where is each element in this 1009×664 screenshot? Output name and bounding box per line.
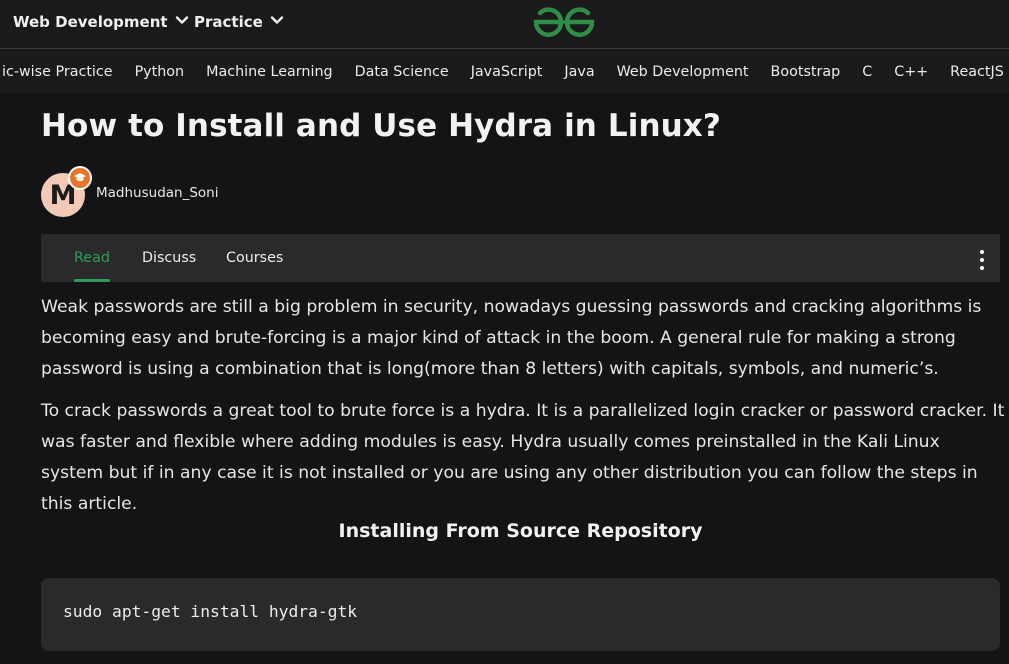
tab-courses[interactable]: Courses: [226, 234, 283, 282]
category-nav-item[interactable]: ic-wise Practice: [0, 64, 124, 80]
geeksforgeeks-logo[interactable]: [532, 5, 596, 39]
category-nav-item[interactable]: Data Science: [344, 64, 460, 80]
chevron-down-icon: [269, 12, 285, 32]
category-nav-item[interactable]: C: [851, 64, 883, 80]
code-block[interactable]: sudo apt-get install hydra-gtk: [41, 578, 1000, 651]
nav-web-development-label: Web Development: [13, 13, 168, 31]
category-nav-item[interactable]: JavaScript: [460, 64, 554, 80]
article-paragraph: Weak passwords are still a big problem i…: [41, 297, 982, 379]
author-name[interactable]: Madhusudan_Soni: [96, 185, 218, 201]
article-tabs: Read Discuss Courses: [41, 234, 1000, 282]
category-nav-item[interactable]: C++: [883, 64, 939, 80]
article-title: How to Install and Use Hydra in Linux?: [41, 108, 721, 144]
code-text: sudo apt-get install hydra-gtk: [63, 602, 358, 621]
category-nav-item[interactable]: Python: [124, 64, 196, 80]
tab-discuss[interactable]: Discuss: [142, 234, 196, 282]
tab-read[interactable]: Read: [74, 234, 110, 282]
category-nav-item[interactable]: Web Development: [606, 64, 760, 80]
category-nav-item[interactable]: Machine Learning: [195, 64, 343, 80]
section-heading: Installing From Source Repository: [338, 520, 703, 542]
nav-web-development[interactable]: Web Development: [13, 10, 190, 34]
category-nav: ic-wise Practice Python Machine Learning Da…: [0, 50, 1009, 93]
chevron-down-icon: [174, 12, 190, 32]
nav-practice[interactable]: Practice: [194, 10, 285, 34]
category-nav-track: ic-wise Practice Python Machine Learning Da…: [0, 50, 1009, 93]
nav-practice-label: Practice: [194, 13, 263, 31]
article-paragraph: To crack passwords a great tool to brute…: [41, 401, 1005, 514]
category-nav-item[interactable]: Bootstrap: [760, 64, 852, 80]
graduation-cap-icon: [68, 166, 92, 190]
top-header: Web Development Practice: [0, 0, 1009, 49]
category-nav-item[interactable]: Java: [553, 64, 605, 80]
kebab-menu-icon[interactable]: [975, 249, 989, 271]
category-nav-item[interactable]: ReactJS: [939, 64, 1009, 80]
